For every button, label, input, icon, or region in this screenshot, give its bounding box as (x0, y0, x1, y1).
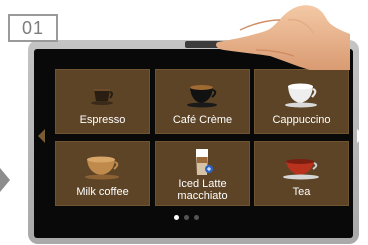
tile-iced-latte-macchiato[interactable]: Iced Latte macchiato (155, 141, 250, 206)
tile-label-tea: Tea (292, 186, 311, 198)
milk-coffee-cup-icon (84, 156, 119, 180)
iced-latte-glass-icon (195, 149, 213, 175)
page-dot[interactable] (184, 215, 189, 220)
page-dot-active[interactable] (174, 215, 179, 220)
page-indicator (174, 215, 199, 220)
tile-label-cafe-creme: Café Crème (172, 114, 233, 126)
cafe-creme-cup-icon (186, 85, 217, 108)
hand-pointer-icon (216, 5, 350, 70)
tile-cafe-creme[interactable]: Café Crème (155, 69, 250, 134)
tile-tea[interactable]: Tea (254, 141, 349, 206)
chevron-right-icon[interactable] (357, 129, 365, 143)
tile-espresso[interactable]: Espresso (55, 69, 150, 134)
step-pointer-arrow (0, 168, 10, 192)
tile-label-milk-coffee: Milk coffee (76, 186, 129, 198)
tile-milk-coffee[interactable]: Milk coffee (55, 141, 150, 206)
tile-cappuccino[interactable]: Cappuccino (254, 69, 349, 134)
tile-label-iced-latte-macchiato: Iced Latte macchiato (177, 178, 228, 202)
espresso-cup-icon (90, 89, 113, 105)
cappuccino-cup-icon (284, 83, 317, 108)
step-number-badge: 01 (8, 14, 58, 42)
tile-label-espresso: Espresso (79, 114, 126, 126)
tea-cup-icon (282, 159, 319, 180)
page-dot[interactable] (194, 215, 199, 220)
tile-label-cappuccino: Cappuccino (272, 114, 331, 126)
chevron-left-icon[interactable] (38, 129, 45, 143)
